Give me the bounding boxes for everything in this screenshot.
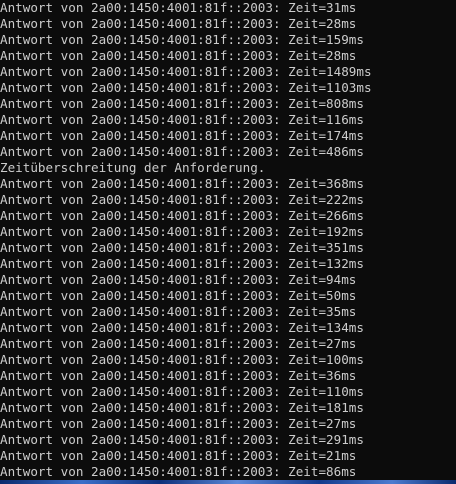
console-line: Antwort von 2a00:1450:4001:81f::2003: Ze…	[0, 432, 364, 447]
console-line: Antwort von 2a00:1450:4001:81f::2003: Ze…	[0, 112, 364, 127]
console-line: Antwort von 2a00:1450:4001:81f::2003: Ze…	[0, 0, 357, 15]
desktop-background-strip	[0, 480, 456, 484]
console-line: Antwort von 2a00:1450:4001:81f::2003: Ze…	[0, 128, 364, 143]
console-line: Antwort von 2a00:1450:4001:81f::2003: Ze…	[0, 240, 364, 255]
console-output[interactable]: Antwort von 2a00:1450:4001:81f::2003: Ze…	[0, 0, 456, 480]
console-line: Antwort von 2a00:1450:4001:81f::2003: Ze…	[0, 48, 357, 63]
console-line: Antwort von 2a00:1450:4001:81f::2003: Ze…	[0, 464, 357, 479]
console-line: Antwort von 2a00:1450:4001:81f::2003: Ze…	[0, 272, 357, 287]
console-line: Antwort von 2a00:1450:4001:81f::2003: Ze…	[0, 352, 364, 367]
console-line: Antwort von 2a00:1450:4001:81f::2003: Ze…	[0, 176, 364, 191]
console-line: Antwort von 2a00:1450:4001:81f::2003: Ze…	[0, 416, 357, 431]
console-line: Antwort von 2a00:1450:4001:81f::2003: Ze…	[0, 144, 364, 159]
console-line-timeout: Zeitüberschreitung der Anforderung.	[0, 160, 266, 175]
console-line: Antwort von 2a00:1450:4001:81f::2003: Ze…	[0, 448, 357, 463]
console-line: Antwort von 2a00:1450:4001:81f::2003: Ze…	[0, 64, 372, 79]
console-line: Antwort von 2a00:1450:4001:81f::2003: Ze…	[0, 16, 357, 31]
console-line: Antwort von 2a00:1450:4001:81f::2003: Ze…	[0, 80, 372, 95]
console-line: Antwort von 2a00:1450:4001:81f::2003: Ze…	[0, 192, 364, 207]
console-line: Antwort von 2a00:1450:4001:81f::2003: Ze…	[0, 320, 364, 335]
console-line: Antwort von 2a00:1450:4001:81f::2003: Ze…	[0, 336, 357, 351]
console-line: Antwort von 2a00:1450:4001:81f::2003: Ze…	[0, 32, 364, 47]
console-line: Antwort von 2a00:1450:4001:81f::2003: Ze…	[0, 384, 364, 399]
console-line: Antwort von 2a00:1450:4001:81f::2003: Ze…	[0, 288, 357, 303]
console-line: Antwort von 2a00:1450:4001:81f::2003: Ze…	[0, 368, 357, 383]
console-line: Antwort von 2a00:1450:4001:81f::2003: Ze…	[0, 96, 364, 111]
console-line: Antwort von 2a00:1450:4001:81f::2003: Ze…	[0, 256, 364, 271]
console-line: Antwort von 2a00:1450:4001:81f::2003: Ze…	[0, 400, 364, 415]
console-line: Antwort von 2a00:1450:4001:81f::2003: Ze…	[0, 208, 364, 223]
console-line: Antwort von 2a00:1450:4001:81f::2003: Ze…	[0, 224, 364, 239]
console-line: Antwort von 2a00:1450:4001:81f::2003: Ze…	[0, 304, 357, 319]
